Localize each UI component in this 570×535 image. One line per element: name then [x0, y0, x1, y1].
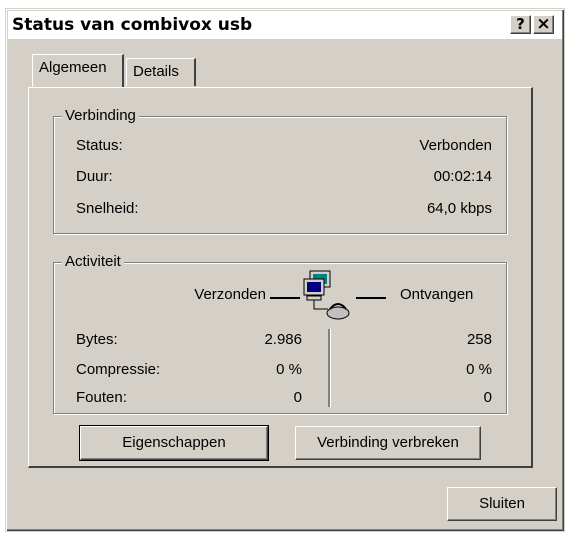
compression-label: Compressie: [76, 361, 161, 378]
connection-group: Verbinding Status: Verbonden Duur: 00:02… [53, 107, 507, 234]
received-label: Ontvangen [400, 286, 474, 303]
disconnect-button[interactable]: Verbinding verbreken [295, 426, 481, 460]
received-connector-line [356, 297, 386, 299]
tab-algemeen[interactable]: Algemeen [32, 54, 124, 87]
activity-group: Activiteit Verzonden Ontvangen Bytes: 2.… [53, 253, 507, 414]
errors-label: Fouten: [76, 389, 127, 406]
bytes-received-value: 258 [466, 331, 492, 348]
status-value: Verbonden [419, 137, 492, 154]
close-icon[interactable]: × [533, 15, 554, 34]
sent-label: Verzonden [194, 286, 266, 303]
properties-button[interactable]: Eigenschappen [79, 425, 269, 461]
compression-sent-value: 0 % [276, 361, 302, 378]
tab-panel-algemeen: Verbinding Status: Verbonden Duur: 00:02… [28, 87, 533, 468]
activity-legend: Activiteit [62, 253, 124, 270]
errors-sent-value: 0 [293, 389, 302, 406]
duration-value: 00:02:14 [433, 168, 492, 185]
close-button[interactable]: Sluiten [447, 487, 557, 521]
help-button[interactable]: ? [510, 15, 531, 34]
errors-received-value: 0 [483, 389, 492, 406]
window-title: Status van combivox usb [12, 15, 253, 35]
status-dialog: Status van combivox usb ? × Algemeen Det… [5, 8, 565, 532]
duration-label: Duur: [76, 168, 113, 185]
sent-connector-line [270, 297, 300, 299]
compression-received-value: 0 % [466, 361, 492, 378]
bytes-sent-value: 2.986 [264, 331, 302, 348]
connection-legend: Verbinding [62, 107, 139, 124]
activity-divider [328, 329, 330, 407]
speed-value: 64,0 kbps [426, 200, 492, 217]
speed-label: Snelheid: [76, 200, 139, 217]
bytes-label: Bytes: [76, 331, 118, 348]
network-computers-icon [302, 269, 354, 321]
title-bar[interactable]: Status van combivox usb ? × [8, 11, 562, 39]
status-label: Status: [76, 137, 123, 154]
tab-details[interactable]: Details [126, 58, 196, 86]
